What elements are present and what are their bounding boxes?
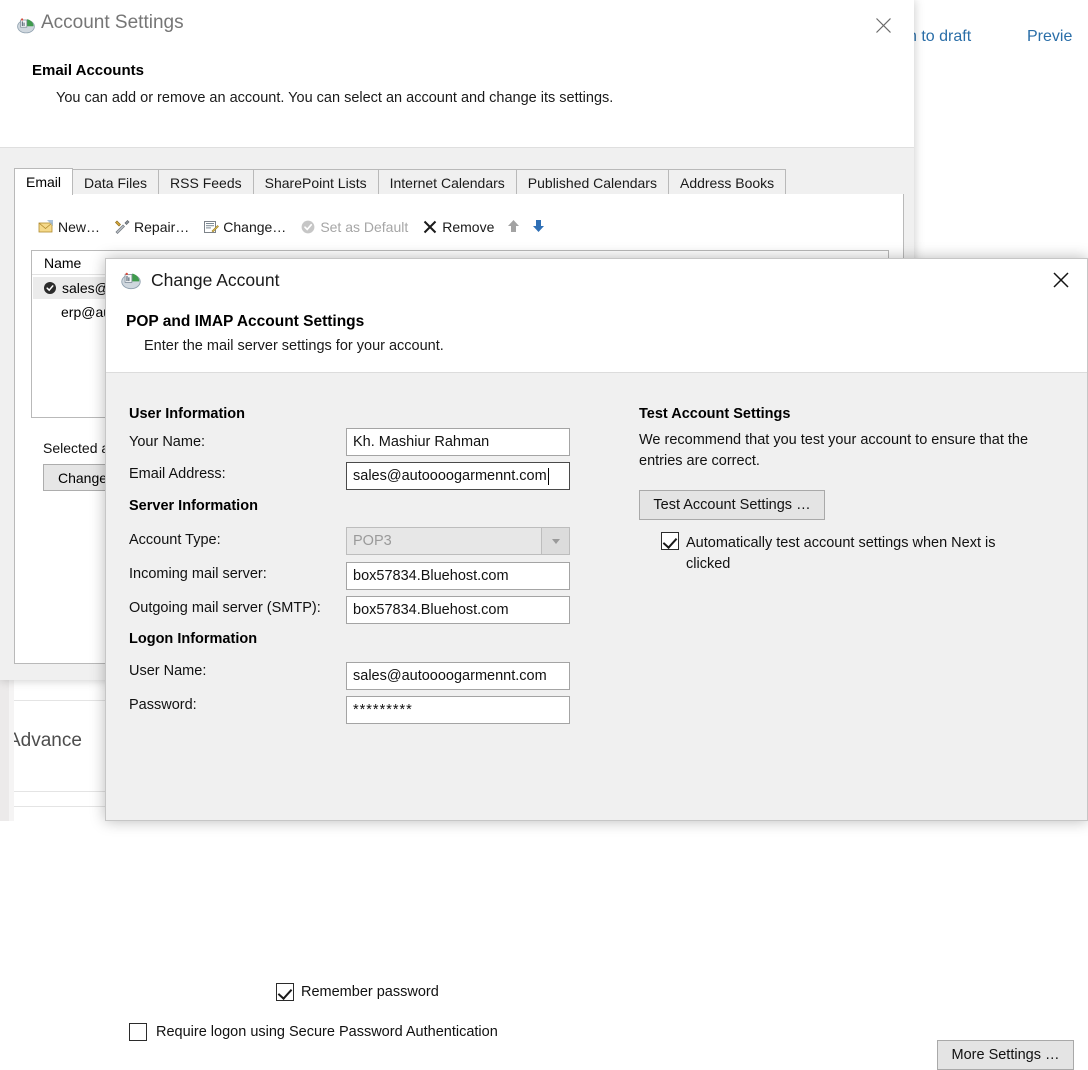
password-label: Password:	[129, 697, 197, 713]
account-settings-header: Account Settings Email Accounts You can …	[0, 0, 914, 148]
pop-imap-subheading: Enter the mail server settings for your …	[144, 338, 444, 354]
account-type-value: POP3	[353, 533, 392, 549]
outgoing-mail-server-value: box57834.Bluehost.com	[353, 602, 509, 618]
change-account-form: User Information Your Name: Kh. Mashiur …	[106, 373, 1087, 1070]
account-settings-title: Account Settings	[41, 12, 184, 33]
move-up-arrow[interactable]	[501, 217, 526, 238]
email-address-value: sales@autoooogarmennt.com	[353, 468, 547, 484]
more-settings-button[interactable]: More Settings …	[937, 1040, 1074, 1070]
remember-password-checkbox[interactable]	[276, 983, 294, 1001]
require-spa-checkbox[interactable]	[129, 1023, 147, 1041]
change-account-dialog: Change Account POP and IMAP Account Sett…	[105, 258, 1088, 1070]
test-account-settings-button-label: Test Account Settings …	[653, 497, 811, 513]
account-type-select[interactable]: POP3	[346, 527, 570, 555]
your-name-input[interactable]: Kh. Mashiur Rahman	[346, 428, 570, 456]
preview-link[interactable]: Previe	[1027, 28, 1072, 46]
logon-information-heading: Logon Information	[129, 631, 258, 647]
pop-imap-heading: POP and IMAP Account Settings	[126, 313, 365, 330]
remember-password-label: Remember password	[301, 984, 439, 1000]
user-name-label: User Name:	[129, 663, 207, 679]
incoming-mail-server-label: Incoming mail server:	[129, 566, 267, 582]
test-account-settings-button[interactable]: Test Account Settings …	[639, 490, 825, 520]
repair-account-button[interactable]: Repair…	[107, 217, 196, 237]
tab-label: Data Files	[84, 174, 148, 191]
text-caret	[547, 467, 549, 485]
toolbar-label: Remove	[442, 219, 495, 235]
change-account-titlebar: Change Account	[120, 269, 279, 291]
tab-email[interactable]: Email	[14, 168, 74, 195]
toolbar-label: Change…	[223, 219, 287, 235]
test-account-settings-description: We recommend that you test your account …	[639, 432, 1029, 469]
server-information-heading: Server Information	[129, 498, 258, 514]
change-account-header: Change Account POP and IMAP Account Sett…	[106, 259, 1087, 373]
tab-data-files[interactable]: Data Files	[72, 169, 160, 195]
incoming-mail-server-input[interactable]: box57834.Bluehost.com	[346, 562, 570, 590]
auto-test-label: Automatically test account settings when…	[686, 535, 996, 572]
password-input[interactable]: *********	[346, 696, 570, 724]
more-settings-button-label: More Settings …	[951, 1047, 1060, 1063]
outgoing-mail-server-label: Outgoing mail server (SMTP):	[129, 600, 321, 616]
remove-x-icon	[422, 219, 438, 235]
toolbar-label: Repair…	[134, 219, 190, 235]
tab-sharepoint-lists[interactable]: SharePoint Lists	[252, 169, 379, 195]
account-type-label: Account Type:	[129, 532, 221, 548]
password-value: *********	[353, 702, 413, 718]
email-address-label: Email Address:	[129, 466, 226, 482]
outgoing-mail-server-input[interactable]: box57834.Bluehost.com	[346, 596, 570, 624]
new-account-icon	[38, 219, 54, 235]
email-accounts-heading: Email Accounts	[32, 62, 144, 79]
user-name-value: sales@autoooogarmennt.com	[353, 668, 547, 684]
tab-internet-calendars[interactable]: Internet Calendars	[377, 169, 517, 195]
auto-test-checkbox[interactable]	[661, 532, 679, 550]
set-as-default-button: Set as Default	[293, 217, 415, 237]
tab-label: Address Books	[679, 174, 775, 191]
chevron-down-icon[interactable]	[541, 528, 569, 554]
your-name-label: Your Name:	[129, 434, 206, 450]
your-name-value: Kh. Mashiur Rahman	[353, 434, 490, 450]
tab-label: SharePoint Lists	[264, 174, 367, 191]
close-icon[interactable]	[1043, 265, 1079, 295]
user-information-heading: User Information	[129, 406, 246, 422]
tab-label: RSS Feeds	[170, 174, 242, 191]
email-address-input[interactable]: sales@autoooogarmennt.com	[346, 462, 570, 490]
close-icon[interactable]	[866, 10, 900, 40]
bg-advanced-label: Advance	[8, 730, 82, 751]
set-default-icon	[300, 219, 316, 235]
accounts-toolbar: New… Repair… Change… Set as Default Remo…	[31, 214, 551, 240]
new-account-button[interactable]: New…	[31, 217, 107, 237]
default-account-icon	[43, 281, 57, 295]
tab-published-calendars[interactable]: Published Calendars	[515, 169, 669, 195]
tab-rss-feeds[interactable]: RSS Feeds	[158, 169, 254, 195]
remove-account-button[interactable]: Remove	[415, 217, 501, 237]
toolbar-label: Set as Default	[320, 219, 409, 235]
change-account-title: Change Account	[151, 269, 280, 290]
toolbar-label: New…	[58, 219, 101, 235]
change-account-button[interactable]: Change…	[196, 217, 293, 237]
tab-label: Internet Calendars	[389, 174, 505, 191]
account-name: erp@au	[61, 304, 112, 320]
repair-icon	[114, 219, 130, 235]
move-down-arrow[interactable]	[526, 217, 551, 238]
account-settings-icon	[120, 269, 142, 291]
account-settings-icon	[16, 15, 35, 34]
email-accounts-subheading: You can add or remove an account. You ca…	[56, 90, 614, 106]
account-settings-titlebar: Account Settings	[16, 12, 184, 34]
test-account-settings-heading: Test Account Settings	[639, 406, 791, 422]
list-item[interactable]: erp@au	[33, 301, 111, 323]
account-settings-tabs: Email Data Files RSS Feeds SharePoint Li…	[14, 168, 787, 195]
column-header-name: Name	[44, 255, 82, 271]
incoming-mail-server-value: box57834.Bluehost.com	[353, 568, 509, 584]
require-spa-label: Require logon using Secure Password Auth…	[156, 1024, 498, 1040]
tab-label: Published Calendars	[527, 174, 657, 191]
user-name-input[interactable]: sales@autoooogarmennt.com	[346, 662, 570, 690]
tab-label: Email	[26, 174, 62, 190]
change-icon	[203, 219, 220, 235]
tab-address-books[interactable]: Address Books	[667, 169, 787, 195]
